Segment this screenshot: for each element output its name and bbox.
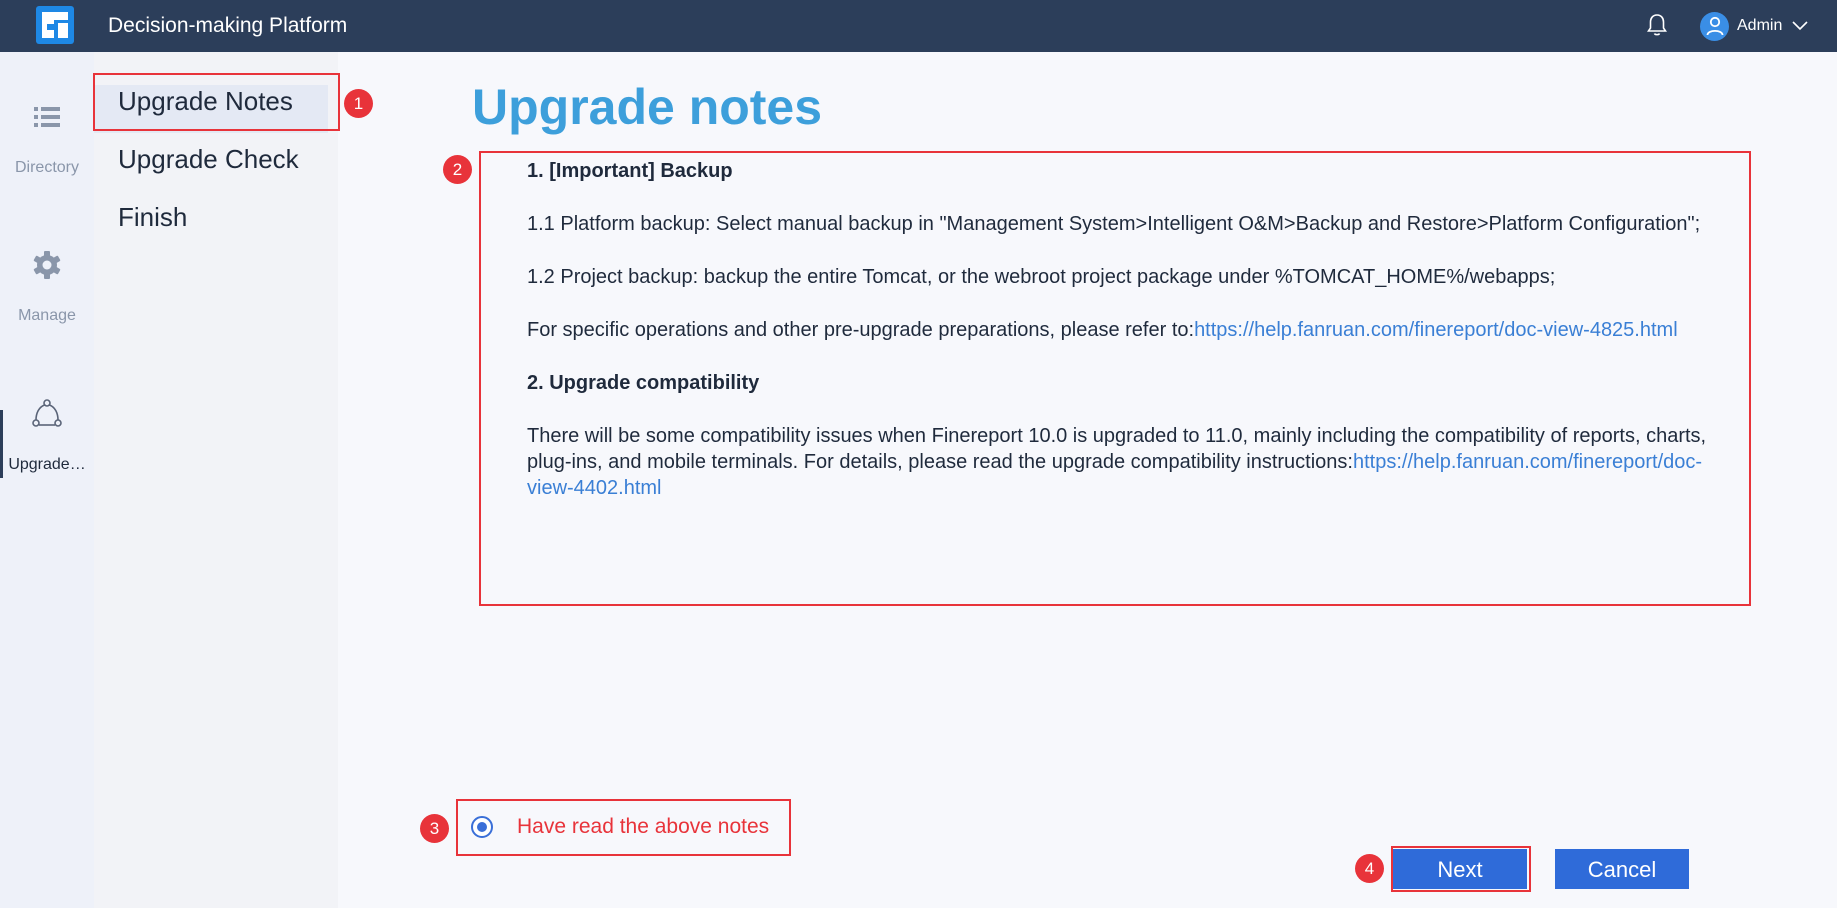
top-header: Decision-making Platform Admin (0, 0, 1837, 52)
step-nav: Upgrade Notes Upgrade Check Finish (94, 52, 338, 908)
step-upgrade-check[interactable]: Upgrade Check (118, 143, 299, 175)
rail-label-directory: Directory (14, 159, 79, 176)
app-title: Decision-making Platform (108, 14, 348, 37)
rail-active-indicator (0, 410, 3, 478)
list-icon (34, 107, 60, 127)
step-upgrade-notes[interactable]: Upgrade Notes (118, 85, 293, 117)
cancel-button[interactable]: Cancel (1555, 849, 1689, 889)
refer-paragraph: For specific operations and other pre-up… (527, 317, 1737, 343)
rail-item-upgrade[interactable]: Upgrade… (0, 398, 94, 498)
app-logo-icon (36, 6, 74, 44)
user-icon (1706, 16, 1723, 36)
annotation-marker-3: 3 (420, 814, 449, 843)
user-name: Admin (1737, 17, 1783, 34)
user-menu[interactable]: Admin (1700, 10, 1808, 42)
rail-label-manage: Manage (18, 307, 76, 324)
backup-doc-link[interactable]: https://help.fanruan.com/finereport/doc-… (1194, 319, 1678, 341)
annotation-marker-2: 2 (443, 155, 472, 184)
rail-label-upgrade: Upgrade… (8, 456, 86, 473)
page-title: Upgrade notes (472, 79, 823, 135)
refer-text: For specific operations and other pre-up… (527, 319, 1195, 341)
annotation-marker-4: 4 (1355, 854, 1384, 883)
gear-icon (33, 251, 61, 279)
upgrade-icon (32, 399, 62, 427)
compat-heading: 2. Upgrade compatibility (527, 372, 760, 394)
read-notes-label: Have read the above notes (517, 815, 770, 838)
read-notes-radio[interactable] (471, 816, 493, 838)
read-notes-radio-option[interactable]: Have read the above notes (456, 799, 769, 855)
platform-backup-text: 1.1 Platform backup: Select manual backu… (527, 213, 1701, 235)
upgrade-notes-content: 1. [Important] Backup 1.1 Platform backu… (527, 158, 1737, 528)
notification-bell-icon[interactable] (1646, 13, 1668, 37)
rail-item-manage[interactable]: Manage (0, 249, 94, 349)
left-nav-rail: Directory Manage Upgrade… (0, 52, 94, 908)
annotation-marker-1: 1 (344, 89, 373, 118)
avatar (1700, 11, 1729, 41)
project-backup-text: 1.2 Project backup: backup the entire To… (527, 266, 1556, 288)
rail-item-directory[interactable]: Directory (0, 101, 94, 201)
chevron-down-icon (1792, 21, 1808, 31)
radio-selected-dot (477, 822, 487, 832)
backup-heading: 1. [Important] Backup (527, 160, 733, 182)
compat-paragraph: There will be some compatibility issues … (527, 423, 1737, 501)
step-finish[interactable]: Finish (118, 201, 187, 233)
next-button[interactable]: Next (1393, 849, 1527, 889)
